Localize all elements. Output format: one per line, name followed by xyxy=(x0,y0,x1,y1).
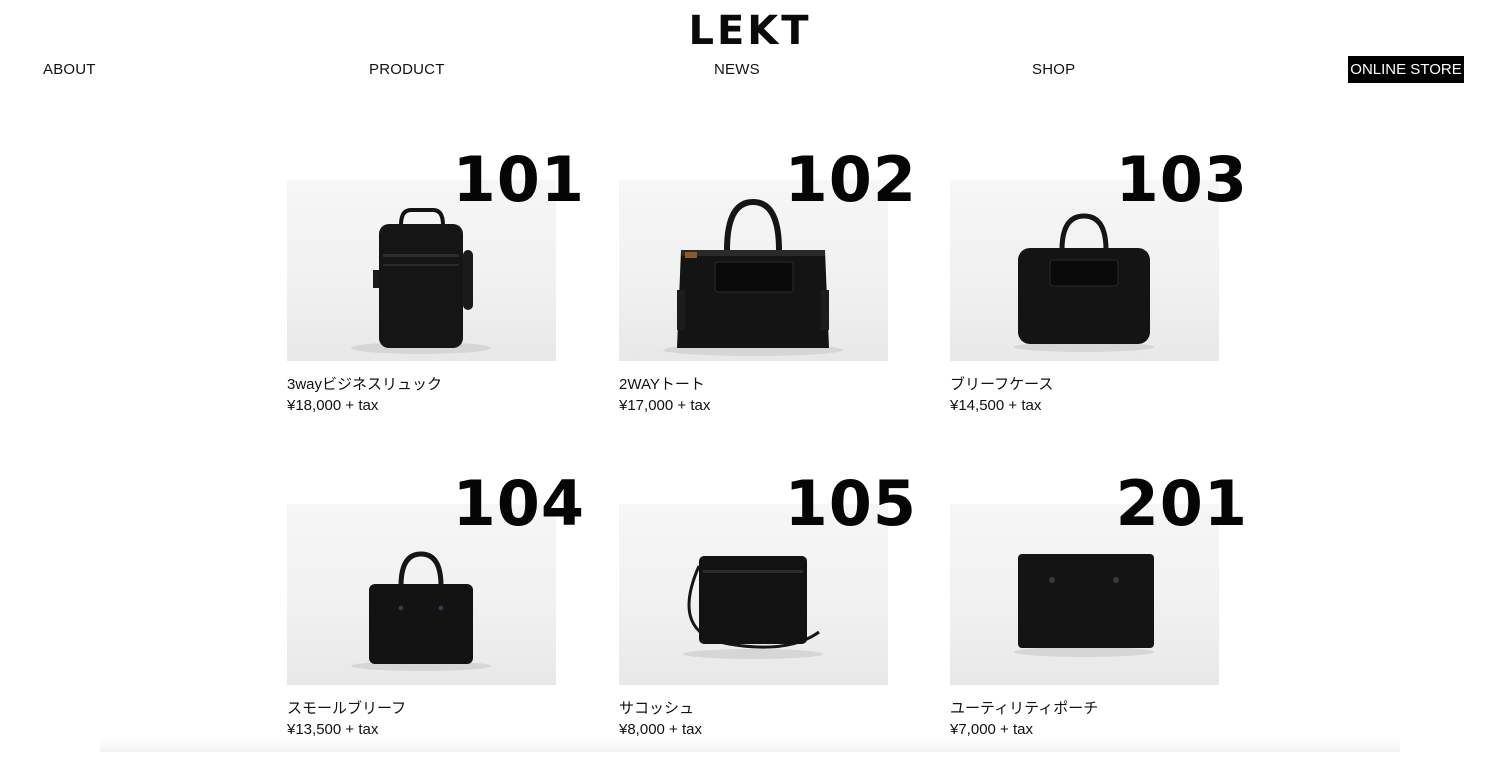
product-name[interactable]: 2WAYトート xyxy=(619,373,705,394)
product-price: ¥14,500 + tax xyxy=(950,397,1042,414)
product-number: 103 xyxy=(1115,143,1248,216)
product-name[interactable]: サコッシュ xyxy=(619,697,694,718)
product-name[interactable]: 3wayビジネスリュック xyxy=(287,373,442,394)
product-grid: 101 3wayビジネスリュック ¥18,000 + tax 102 2WAYト… xyxy=(0,0,1500,752)
product-price: ¥8,000 + tax xyxy=(619,721,702,738)
product-number: 105 xyxy=(784,467,917,540)
product-card-102[interactable]: 102 2WAYトート ¥17,000 + tax xyxy=(619,144,919,440)
product-card-104[interactable]: 104 スモールブリーフ ¥13,500 + tax xyxy=(287,468,587,764)
product-price: ¥18,000 + tax xyxy=(287,397,379,414)
product-number: 102 xyxy=(784,143,917,216)
product-price: ¥13,500 + tax xyxy=(287,721,379,738)
product-name[interactable]: スモールブリーフ xyxy=(287,697,406,718)
product-name[interactable]: ブリーフケース xyxy=(950,373,1053,394)
product-card-103[interactable]: 103 ブリーフケース ¥14,500 + tax xyxy=(950,144,1250,440)
product-price: ¥7,000 + tax xyxy=(950,721,1033,738)
product-card-201[interactable]: 201 ユーティリティポーチ ¥7,000 + tax xyxy=(950,468,1250,764)
bottom-fade xyxy=(100,738,1400,752)
product-number: 201 xyxy=(1115,467,1248,540)
product-card-101[interactable]: 101 3wayビジネスリュック ¥18,000 + tax xyxy=(287,144,587,440)
product-price: ¥17,000 + tax xyxy=(619,397,711,414)
product-number: 101 xyxy=(452,143,585,216)
product-card-105[interactable]: 105 サコッシュ ¥8,000 + tax xyxy=(619,468,919,764)
product-name[interactable]: ユーティリティポーチ xyxy=(950,697,1098,718)
product-number: 104 xyxy=(452,467,585,540)
